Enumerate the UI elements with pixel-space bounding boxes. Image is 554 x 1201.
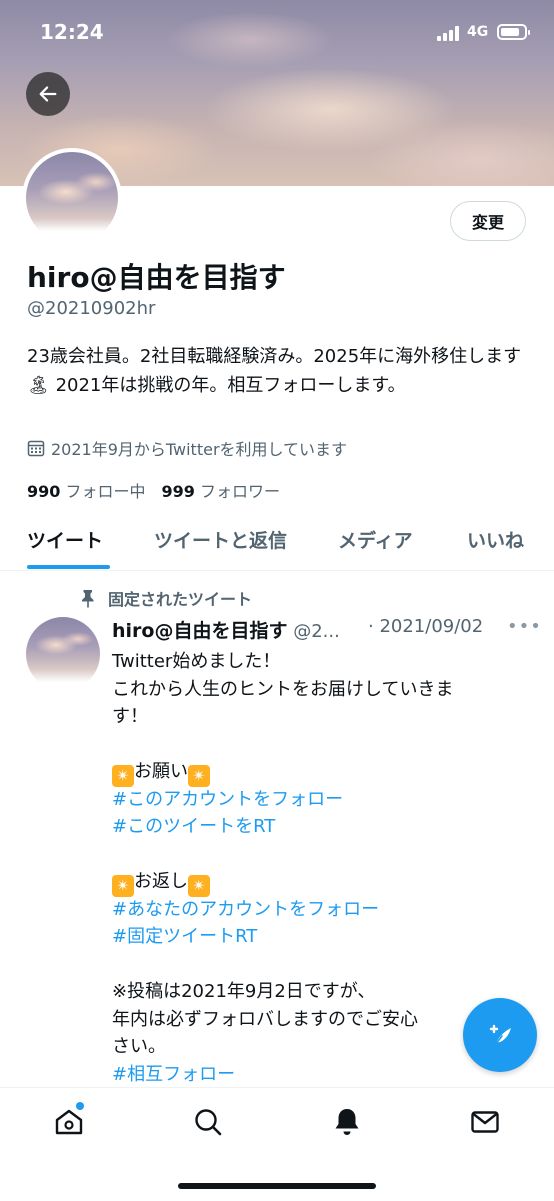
sparkle-icon: ✴ [112,765,134,787]
more-options-icon[interactable]: ••• [507,616,542,637]
search-icon[interactable] [192,1106,224,1138]
follow-stats: 990 フォロー中 999 フォロワー [27,478,280,502]
hashtag-link[interactable]: #相互フォロー [112,1061,532,1089]
messages-envelope-icon[interactable] [469,1106,501,1138]
notifications-bell-icon[interactable] [331,1106,363,1138]
arrow-left-icon [39,86,57,102]
hashtag-link[interactable]: #このツイートをRT [112,813,532,841]
tweet-author-name[interactable]: hiro@自由を目指す [112,620,287,642]
network-type: 4G [467,24,489,40]
followers-count: 999 [161,482,195,501]
back-button[interactable] [26,72,70,116]
battery-icon [497,24,530,40]
profile-avatar[interactable] [22,148,122,248]
hashtag-link[interactable]: #このアカウントをフォロー [112,786,532,814]
display-name: hiro@自由を目指す [27,261,286,294]
profile-bio: 23歳会社員。2社目転職経験済み。2025年に海外移住します🏝 2021年は挑戦… [27,346,522,396]
tweet-date[interactable]: · 2021/09/02 [368,616,483,637]
tweet-line: ※投稿は2021年9月2日ですが、 [112,981,376,1002]
compose-tweet-button[interactable] [463,998,537,1072]
pinned-tweet-label: 固定されたツイート [78,586,252,610]
tweet-header: hiro@自由を目指す @2... · 2021/09/02 ••• [112,616,541,643]
tab-tweets[interactable]: ツイート [27,526,103,553]
bottom-navigation [0,1087,554,1201]
tweet-author-avatar[interactable] [26,617,100,691]
sparkle-icon: ✴ [188,765,210,787]
hashtag-link[interactable]: #あなたのアカウントをフォロー [112,896,532,924]
home-notification-dot [76,1102,84,1110]
edit-profile-button[interactable]: 変更 [450,201,526,241]
profile-tabs: ツイート ツイートと返信 メディア いいね [0,516,554,571]
joined-text: 2021年9月からTwitterを利用しています [51,440,348,459]
tweet-line: す！ [112,706,148,727]
status-time: 12:24 [40,20,104,44]
tweet-text-segment: お返し [134,871,188,892]
signal-icon [437,25,463,41]
compose-tweet-icon [489,1024,511,1046]
pin-icon [82,590,94,608]
following-label: フォロー中 [65,482,146,501]
following-count: 990 [27,482,61,501]
tweet-line: Twitter始めました！ [112,651,281,672]
tab-tweets-and-replies[interactable]: ツイートと返信 [154,526,287,553]
followers-label: フォロワー [200,482,281,501]
active-tab-indicator [27,565,110,569]
tweet-line: ✴ お願い ✴ [112,758,532,787]
sparkle-icon: ✴ [188,875,210,897]
joined-date: 2021年9月からTwitterを利用しています [27,436,347,460]
tweet-line: ✴ お返し ✴ [112,868,532,897]
tweet-line: これから人生のヒントをお届けしていきま [112,678,454,700]
tweet-author-handle: @2... [293,621,340,642]
following-link[interactable]: 990 フォロー中 [27,482,146,501]
status-bar: 12:24 4G [0,0,554,66]
pinned-label-text: 固定されたツイート [108,590,253,609]
hashtag-link[interactable]: #固定ツイートRT [112,923,532,951]
calendar-icon [27,440,45,457]
tweet-text-segment: お願い [134,761,188,782]
home-icon[interactable] [53,1106,85,1138]
home-indicator [178,1183,376,1189]
tab-media[interactable]: メディア [338,526,413,553]
followers-link[interactable]: 999 フォロワー [162,482,281,501]
user-handle: @20210902hr [27,298,156,319]
tab-likes[interactable]: いいね [467,526,524,553]
sparkle-icon: ✴ [112,875,134,897]
